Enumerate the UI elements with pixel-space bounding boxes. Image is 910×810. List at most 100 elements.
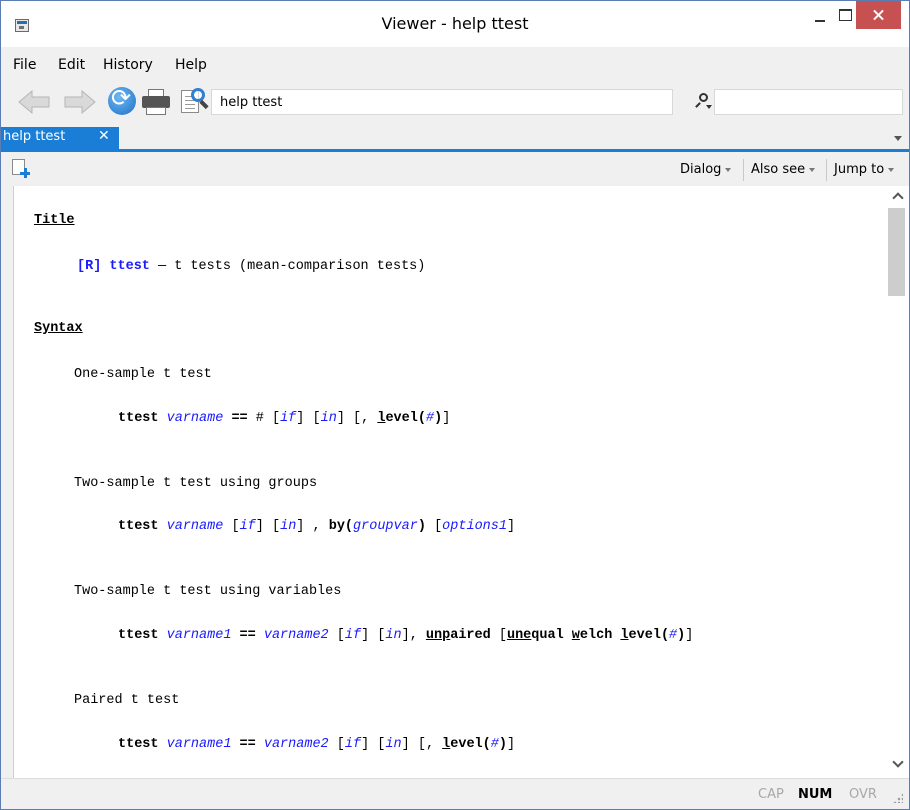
forward-arrow-icon[interactable]: [63, 90, 97, 114]
jump-to-menu-label: Jump to: [834, 162, 885, 177]
in-link[interactable]: in: [280, 519, 296, 534]
cmd-name: ttest: [118, 628, 159, 643]
if-link[interactable]: if: [240, 519, 256, 534]
new-viewer-icon[interactable]: [12, 159, 34, 181]
bracket: ]: [442, 411, 451, 426]
bracket: ]: [296, 411, 305, 426]
viewer-subtoolbar: Dialog Also see Jump to: [1, 152, 909, 186]
level-rest: evel: [450, 737, 483, 752]
bracket: ]: [506, 737, 516, 752]
refresh-icon[interactable]: [108, 84, 136, 115]
bracket: ]: [255, 519, 264, 534]
tab-help-ttest[interactable]: help ttest ✕: [1, 127, 119, 149]
tab-strip: help ttest ✕: [1, 125, 909, 152]
bracket: ]: [506, 519, 516, 534]
ttest-manual-link[interactable]: [R] ttest: [77, 259, 150, 274]
chevron-down-icon: [725, 167, 732, 172]
varname2-link[interactable]: varname2: [264, 737, 329, 752]
bracket: ]: [361, 628, 370, 643]
unpaired-rest: aired: [450, 628, 491, 643]
bracket: ]: [336, 411, 345, 426]
bracket: ]: [361, 737, 370, 752]
level-abbrev: l: [620, 628, 629, 643]
menu-file[interactable]: File: [13, 57, 36, 73]
menu-help[interactable]: Help: [175, 57, 207, 73]
if-link[interactable]: if: [280, 411, 296, 426]
cmd-name: ttest: [118, 519, 159, 534]
one-sample-syntax: ttest varname == # [if] [in] [, level(#)…: [118, 411, 451, 426]
by-option: by: [328, 519, 345, 534]
help-content: Title [R] ttest — t tests (mean-comparis…: [13, 186, 885, 778]
viewer-window: Viewer - help ttest File Edit History He…: [0, 0, 910, 810]
in-link[interactable]: in: [385, 628, 401, 643]
if-link[interactable]: if: [345, 737, 361, 752]
tab-list-dropdown-icon[interactable]: [894, 136, 902, 141]
eq-op: ==: [231, 628, 264, 643]
varname-link[interactable]: varname: [167, 519, 224, 534]
scroll-down-icon[interactable]: [892, 758, 902, 768]
title-bar: Viewer - help ttest: [1, 1, 909, 47]
paired-syntax: ttest varname1 == varname2 [if] [in] [, …: [118, 737, 516, 752]
bracket: [: [434, 519, 443, 534]
title-description: — t tests (mean-comparison tests): [149, 259, 426, 274]
search-input[interactable]: [714, 89, 903, 115]
separator: [743, 159, 744, 181]
menu-history[interactable]: History: [103, 57, 153, 73]
cap-indicator: CAP: [758, 787, 784, 802]
cmd-name: ttest: [118, 411, 159, 426]
back-arrow-icon[interactable]: [17, 90, 51, 114]
varname1-link[interactable]: varname1: [167, 628, 232, 643]
scrollbar-thumb[interactable]: [888, 208, 905, 296]
paired-label: Paired t test: [74, 693, 180, 708]
ovr-indicator: OVR: [849, 787, 877, 802]
level-arg: #: [490, 737, 499, 752]
in-link[interactable]: in: [321, 411, 337, 426]
bracket: ]: [296, 519, 305, 534]
two-sample-vars-syntax: ttest varname1 == varname2 [if] [in], un…: [118, 628, 694, 643]
cmd-name: ttest: [118, 737, 159, 752]
groupvar-link[interactable]: groupvar: [353, 519, 418, 534]
window-title: Viewer - help ttest: [381, 14, 529, 33]
unpaired-abbrev: unp: [425, 628, 451, 643]
varname1-link[interactable]: varname1: [167, 737, 232, 752]
options1-link[interactable]: options1: [442, 519, 507, 534]
dialog-menu[interactable]: Dialog: [680, 162, 732, 177]
bracket: [: [336, 628, 345, 643]
varname2-link[interactable]: varname2: [264, 628, 329, 643]
welch-abbrev: w: [571, 628, 580, 643]
welch-rest: elch: [579, 628, 613, 643]
chevron-down-icon: [888, 167, 895, 172]
close-button[interactable]: [856, 1, 901, 29]
tab-close-icon[interactable]: ✕: [98, 128, 110, 144]
menu-edit[interactable]: Edit: [58, 57, 85, 73]
level-rest: evel: [628, 628, 661, 643]
print-icon[interactable]: [141, 89, 171, 115]
unequal-abbrev: une: [506, 628, 532, 643]
bracket: [: [231, 519, 240, 534]
syntax-heading: Syntax: [34, 321, 83, 336]
bracket: ]: [401, 628, 410, 643]
vertical-scrollbar[interactable]: [885, 186, 909, 778]
minimize-button[interactable]: [807, 1, 835, 31]
varname-link[interactable]: varname: [167, 411, 224, 426]
command-input[interactable]: [211, 89, 673, 115]
resize-grip-icon[interactable]: [893, 793, 903, 803]
bracket: [: [336, 737, 345, 752]
dialog-menu-label: Dialog: [680, 162, 722, 177]
scroll-up-icon[interactable]: [892, 192, 902, 202]
bracket: [: [498, 628, 507, 643]
if-link[interactable]: if: [345, 628, 361, 643]
jump-to-menu[interactable]: Jump to: [834, 162, 895, 177]
bracket: ]: [401, 737, 410, 752]
eq-op: ==: [231, 737, 264, 752]
also-see-menu[interactable]: Also see: [751, 162, 816, 177]
menu-bar: File Edit History Help: [1, 47, 909, 81]
in-link[interactable]: in: [385, 737, 401, 752]
hash-symbol: #: [255, 411, 264, 426]
search-icon[interactable]: [695, 92, 712, 110]
two-sample-groups-label: Two-sample t test using groups: [74, 476, 318, 491]
level-arg: #: [425, 411, 435, 426]
find-in-document-icon[interactable]: [181, 88, 209, 116]
tab-label: help ttest: [3, 129, 66, 144]
status-bar: CAP NUM OVR: [1, 778, 909, 809]
